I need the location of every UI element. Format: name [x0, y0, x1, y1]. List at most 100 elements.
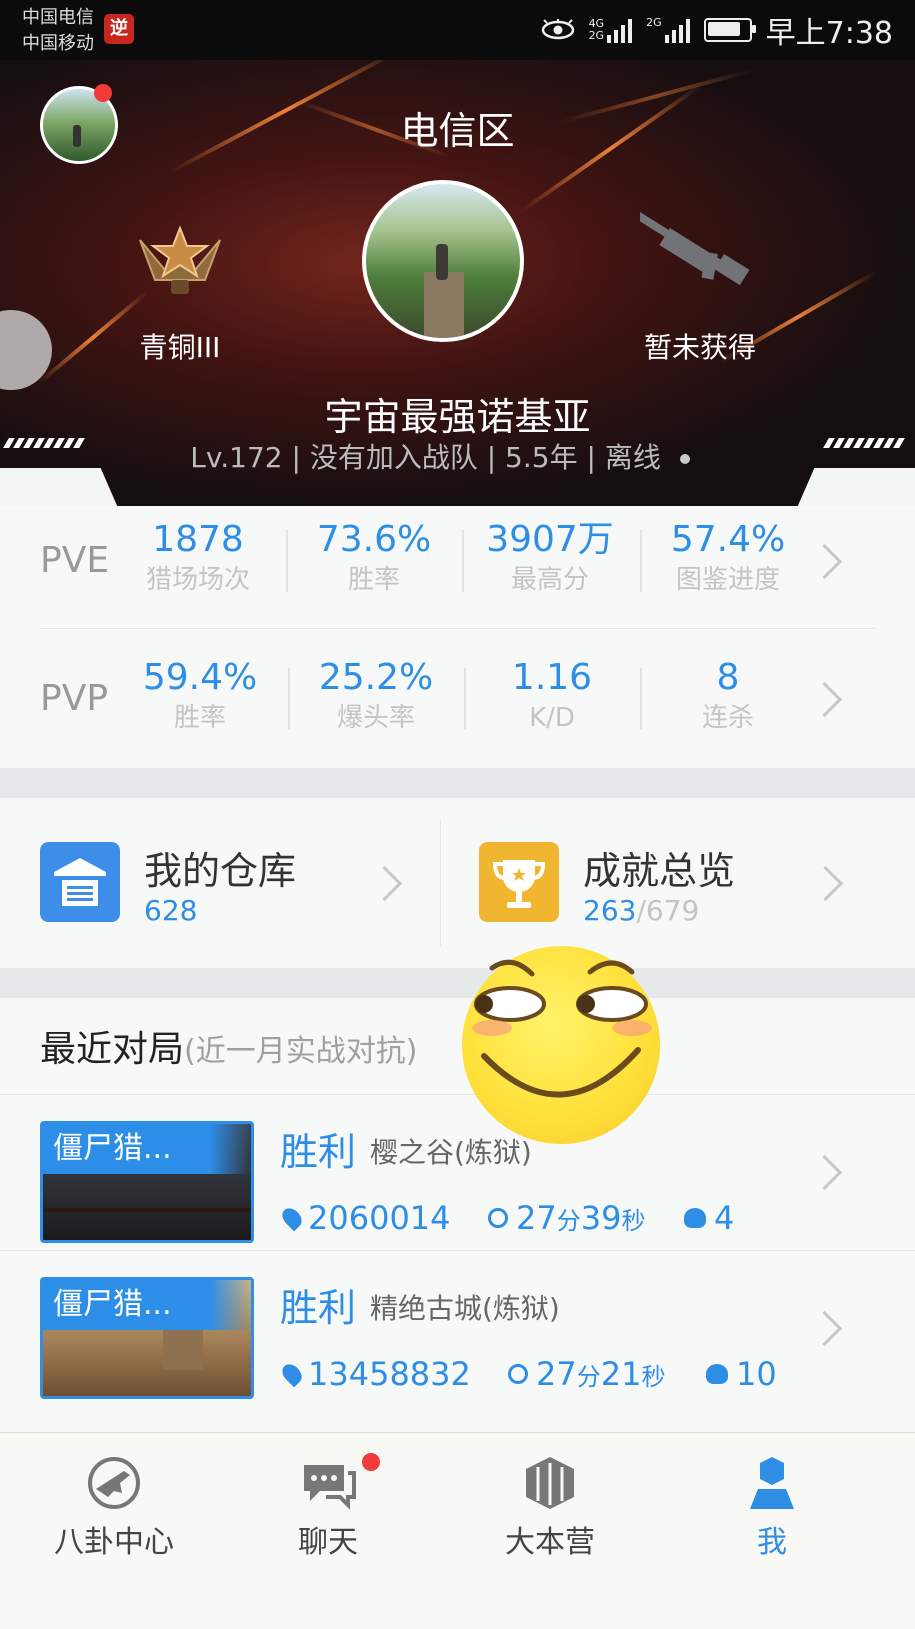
skull-icon — [706, 1364, 728, 1384]
match-row[interactable]: 僵尸猎... 胜利 精绝古城(炼狱) 13458832 27分21秒 10 — [0, 1250, 915, 1407]
pve-hunt-count: 1878 猎场场次 — [118, 518, 278, 598]
net-type-bottom: 2G — [588, 29, 605, 42]
stat-label: 猎场场次 — [145, 565, 250, 595]
stat-label: 胜率 — [347, 565, 400, 595]
bottom-tab-bar: 八卦中心 聊天 大本营 我 — [0, 1432, 915, 1629]
chevron-right-icon — [806, 681, 843, 718]
battery-icon — [703, 18, 756, 42]
match-row[interactable]: 僵尸猎... 胜利 樱之谷(炼狱) 2060014 27分39秒 4 — [0, 1094, 915, 1251]
tab-chat[interactable]: 聊天 — [214, 1433, 442, 1629]
pvp-label: PVP — [40, 678, 109, 719]
match-map-thumbnail: 僵尸猎... — [40, 1277, 254, 1399]
pvp-kd: 1.16 K/D — [472, 656, 632, 736]
pve-label: PVE — [40, 540, 110, 581]
match-map-name: 精绝古城(炼狱) — [370, 1292, 560, 1325]
recent-title: 最近对局(近一月实战对抗) — [40, 1020, 417, 1072]
recent-heading: 最近对局 — [40, 1029, 185, 1070]
duration-min-unit: 分 — [576, 1363, 601, 1391]
match-score: 2060014 — [278, 1199, 451, 1237]
pve-win-rate: 73.6% 胜率 — [294, 518, 454, 598]
tab-label: 聊天 — [298, 1525, 358, 1560]
recent-subheading: (近一月实战对抗) — [184, 1034, 418, 1069]
shortcut-cards: 我的仓库 628 成就总览 263/679 — [0, 798, 915, 968]
stat-label: 最高分 — [510, 565, 589, 595]
region-title[interactable]: 电信区 — [0, 100, 915, 155]
kills-value: 4 — [714, 1199, 735, 1237]
pve-high-score: 3907万 最高分 — [470, 518, 630, 598]
gossip-gun-icon — [88, 1457, 140, 1509]
skull-icon — [684, 1208, 706, 1228]
base-hexagon-icon — [526, 1457, 574, 1509]
duration-sec-unit: 秒 — [621, 1207, 646, 1235]
rank-label: 青铜III — [139, 331, 221, 364]
weapon-rifle-icon — [640, 212, 750, 286]
warehouse-icon — [40, 842, 120, 922]
carrier-2: 中国移动 — [22, 33, 94, 54]
signal-2: 2G — [646, 17, 690, 43]
smirk-emoji-sticker[interactable] — [462, 946, 660, 1144]
match-map-thumbnail: 僵尸猎... — [40, 1121, 254, 1243]
carrier-1: 中国电信 — [22, 7, 94, 28]
match-score: 13458832 — [278, 1355, 471, 1393]
eye-comfort-icon — [541, 19, 574, 40]
chevron-right-icon — [807, 865, 844, 902]
stat-label: 图鉴进度 — [675, 565, 780, 595]
recent-matches: 最近对局(近一月实战对抗) 僵尸猎... 胜利 樱之谷(炼狱) 2060014 … — [0, 998, 915, 1438]
tab-me[interactable]: 我 — [658, 1433, 886, 1629]
tab-label: 八卦中心 — [54, 1525, 174, 1560]
tab-gossip[interactable]: 八卦中心 — [0, 1433, 228, 1629]
stats-panel: PVE 1878 猎场场次 73.6% 胜率 3907万 最高分 57.4% 图… — [0, 506, 915, 768]
offline-status-dot — [679, 454, 690, 464]
pvp-win-rate: 59.4% 胜率 — [120, 656, 280, 736]
pvp-kill-streak: 8 连杀 — [648, 656, 808, 736]
smirk-face-icon — [472, 959, 652, 1098]
achievements-total: /679 — [636, 894, 700, 927]
stat-value: 59.4% — [142, 657, 258, 698]
achievements-card[interactable]: 成就总览 263/679 — [441, 798, 915, 968]
score-pin-icon — [278, 1204, 306, 1232]
tab-label: 我 — [757, 1525, 787, 1560]
chevron-right-icon — [366, 865, 403, 902]
trophy-icon — [479, 842, 559, 922]
stat-value: 1878 — [152, 519, 244, 560]
me-person-icon — [750, 1457, 794, 1509]
achievements-progress: 263/679 — [583, 894, 699, 927]
pve-row[interactable]: PVE 1878 猎场场次 73.6% 胜率 3907万 最高分 57.4% 图… — [0, 506, 915, 626]
duration-sec: 21 — [600, 1355, 642, 1393]
score-pin-icon — [278, 1360, 306, 1388]
duration-min: 27 — [516, 1199, 557, 1237]
user-avatar-large[interactable] — [362, 180, 524, 342]
player-info-text: Lv.172 | 没有加入战队 | 5.5年 | 离线 — [190, 441, 661, 474]
clock: 早上7:38 — [765, 16, 893, 51]
stat-label: 连杀 — [701, 703, 754, 733]
tab-base[interactable]: 大本营 — [436, 1433, 664, 1629]
chevron-right-icon — [806, 1310, 843, 1347]
duration-min-unit: 分 — [556, 1207, 581, 1235]
timer-icon — [488, 1208, 508, 1228]
pve-codex-progress: 57.4% 图鉴进度 — [648, 518, 808, 598]
signal-bars-icon — [664, 17, 690, 43]
kills-value: 10 — [736, 1355, 777, 1393]
stat-label: K/D — [529, 703, 575, 733]
stat-value: 57.4% — [670, 519, 786, 560]
signal-bars-icon — [607, 17, 633, 43]
match-result: 胜利 — [280, 1130, 357, 1174]
achievements-title: 成就总览 — [583, 849, 736, 893]
score-value: 2060014 — [308, 1199, 451, 1237]
duration-sec: 39 — [580, 1199, 622, 1237]
stat-value: 3907万 — [486, 519, 614, 560]
stat-value: 8 — [716, 657, 740, 698]
match-mode-tag: 僵尸猎... — [43, 1124, 251, 1174]
match-duration: 27分21秒 — [508, 1355, 665, 1393]
pvp-row[interactable]: PVP 59.4% 胜率 25.2% 爆头率 1.16 K/D 8 连杀 — [0, 644, 915, 764]
achievements-done: 263 — [583, 894, 637, 927]
warehouse-card[interactable]: 我的仓库 628 — [0, 798, 440, 968]
duration-sec-unit: 秒 — [641, 1363, 666, 1391]
score-value: 13458832 — [308, 1355, 471, 1393]
status-bar: 中国电信 中国移动 逆 4G 2G 2G 早上7:38 — [0, 0, 915, 60]
app-notification-icon: 逆 — [104, 14, 134, 44]
match-duration: 27分39秒 — [488, 1199, 645, 1237]
signal-1: 4G 2G — [589, 17, 633, 43]
chevron-right-icon — [806, 543, 843, 580]
warehouse-title: 我的仓库 — [144, 849, 297, 893]
